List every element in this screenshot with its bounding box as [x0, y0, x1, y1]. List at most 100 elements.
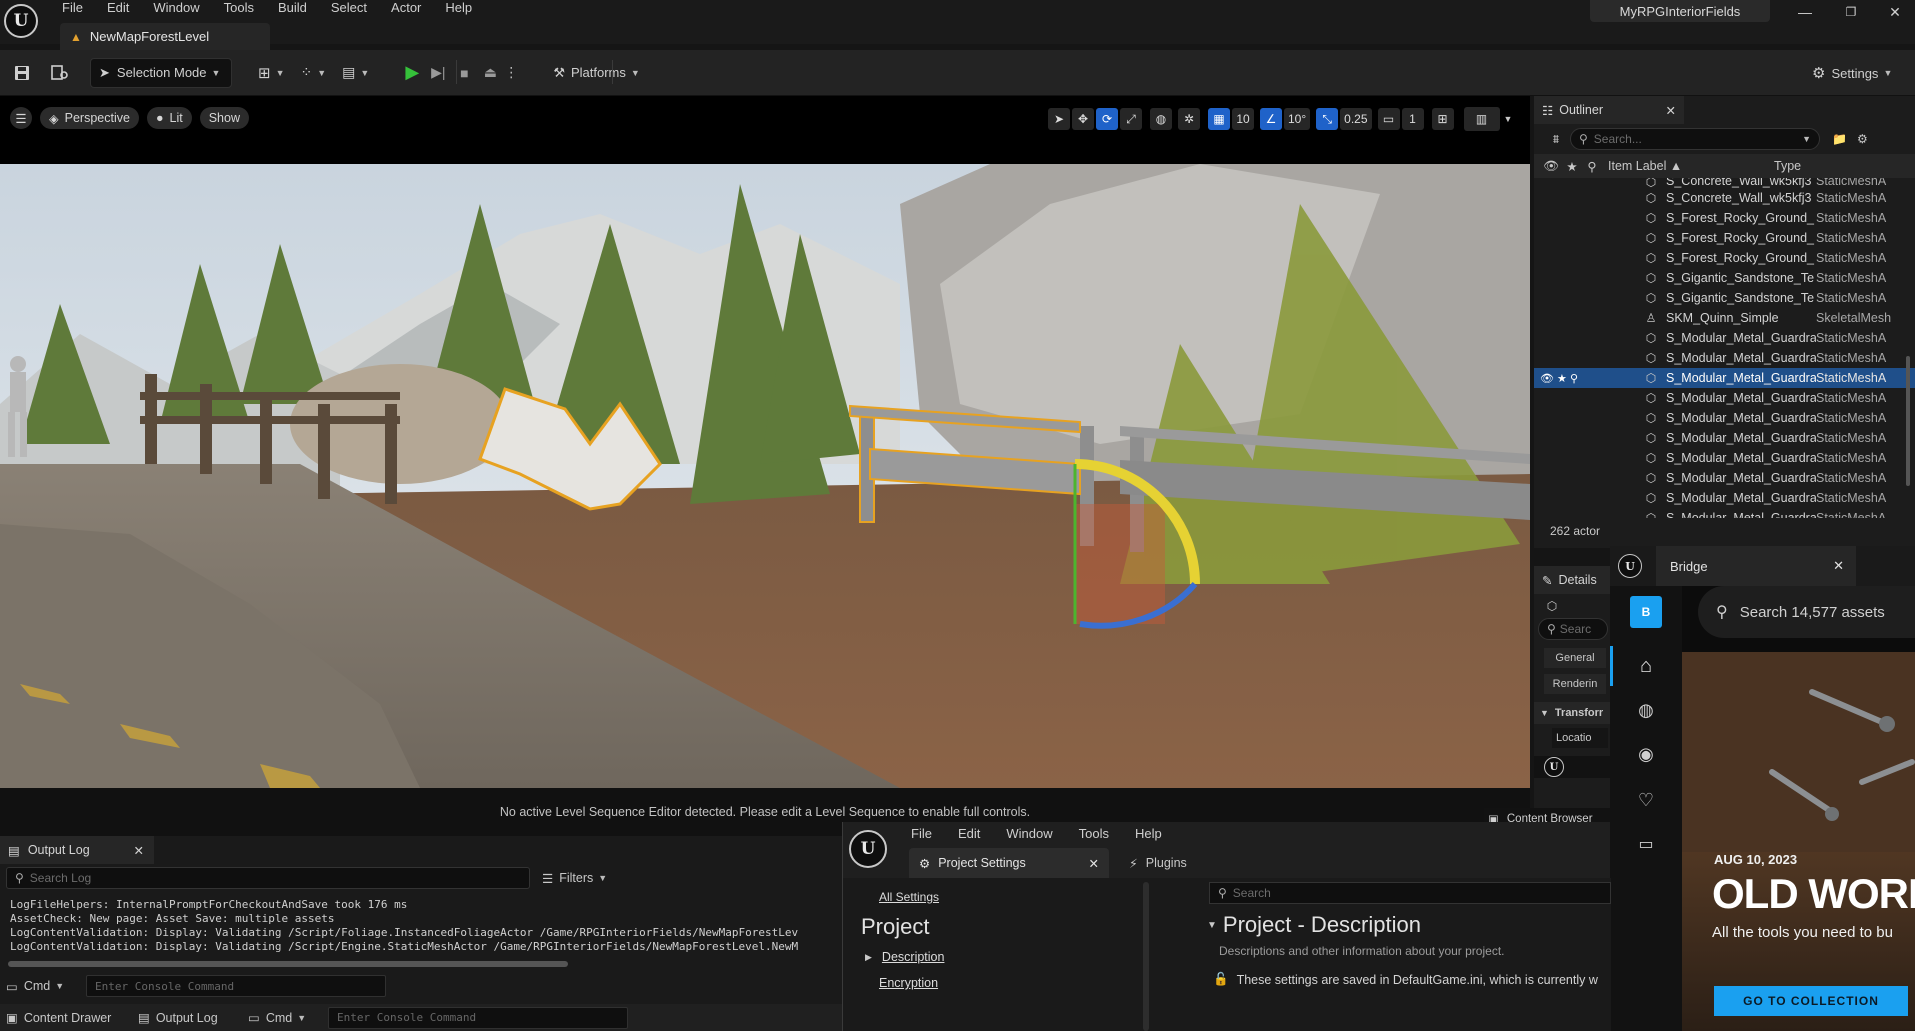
browse-level-icon[interactable] [50, 63, 70, 83]
close-icon[interactable]: ✕ [134, 843, 144, 858]
close-icon[interactable]: ✕ [1666, 103, 1676, 118]
add-folder-icon[interactable]: 📁 [1832, 132, 1847, 146]
settings-dropdown[interactable]: ⚙ Settings ▼ [1804, 58, 1900, 88]
nav-item-description[interactable]: ▶ Description [865, 950, 944, 964]
grid-snap-icon[interactable]: ▦ [1208, 108, 1230, 130]
grid-snap-value[interactable]: 10 [1232, 108, 1254, 130]
visibility-icon[interactable]: 👁 ★ ⚲ [1540, 372, 1578, 385]
rotation-snap-value[interactable]: 10° [1284, 108, 1311, 130]
output-log-button[interactable]: ▤ Output Log [138, 1010, 238, 1026]
select-tool-icon[interactable]: ➤ [1048, 108, 1070, 130]
ps-menu-edit[interactable]: Edit [958, 826, 980, 841]
viewport-menu-icon[interactable]: ☰ [10, 107, 32, 129]
transform-section[interactable]: ▼ Transforr [1534, 702, 1610, 724]
filters-dropdown[interactable]: ☰ Filters ▼ [542, 871, 607, 886]
lit-button[interactable]: ● Lit [146, 107, 192, 129]
add-actor-button[interactable]: ⊞ ▼ [250, 58, 293, 88]
outliner-row[interactable]: ⬡ S_Modular_Metal_Guardra StaticMeshA [1534, 428, 1915, 448]
menu-select[interactable]: Select [331, 0, 367, 15]
perspective-button[interactable]: ◈ Perspective [40, 107, 139, 129]
maximize-viewport-icon[interactable]: ⊞ [1431, 108, 1454, 130]
col-type[interactable]: Type [1774, 159, 1801, 173]
nav-scrollbar[interactable] [1143, 882, 1149, 1031]
home-icon[interactable]: ⌂ [1634, 654, 1658, 678]
project-settings-tab[interactable]: ⚙ Project Settings ✕ [909, 848, 1109, 878]
outliner-row[interactable]: ⬡ S_Concrete_Wall_wk5kfj3 StaticMeshA [1534, 188, 1915, 208]
layout-icon[interactable]: ▥ [1463, 107, 1500, 131]
heart-icon[interactable]: ♡ [1634, 788, 1658, 812]
save-icon[interactable] [12, 63, 32, 83]
content-drawer-button[interactable]: ▣ Content Drawer [6, 1010, 128, 1026]
outliner-row[interactable]: ⬡ S_Modular_Metal_Guardra StaticMeshA [1534, 448, 1915, 468]
outliner-row[interactable]: ⬡ S_Modular_Metal_Guardra StaticMeshA [1534, 468, 1915, 488]
outliner-row[interactable]: ⬡ S_Modular_Metal_Guardra StaticMeshA [1534, 388, 1915, 408]
outliner-row[interactable]: ⬡ S_Forest_Rocky_Ground_ StaticMeshA [1534, 228, 1915, 248]
console-input[interactable]: Enter Console Command [86, 975, 386, 997]
minimize-button[interactable]: — [1790, 2, 1820, 22]
ps-menu-tools[interactable]: Tools [1079, 826, 1109, 841]
output-log-tab[interactable]: ▤ Output Log ✕ [0, 836, 154, 864]
world-local-icon[interactable]: ◍ [1150, 108, 1172, 130]
gear-icon[interactable]: ⚙ [1857, 132, 1868, 146]
outliner-row[interactable]: ⬡ S_Forest_Rocky_Ground_ StaticMeshA [1534, 248, 1915, 268]
close-icon[interactable]: ✕ [1833, 558, 1844, 574]
general-filter-button[interactable]: General [1544, 648, 1606, 668]
outliner-row[interactable]: ⬡ S_Modular_Metal_Guardra StaticMeshA [1534, 348, 1915, 368]
bridge-search-input[interactable]: ⚲ Search 14,577 assets [1698, 586, 1915, 638]
user-icon[interactable]: ◉ [1634, 742, 1658, 766]
outliner-row[interactable]: ♙ SKM_Quinn_Simple SkeletalMesh [1534, 308, 1915, 328]
menu-edit[interactable]: Edit [107, 0, 129, 15]
outliner-row[interactable]: ⬡ S_Gigantic_Sandstone_Te StaticMeshA [1534, 288, 1915, 308]
scale-tool-icon[interactable]: ⤢ [1120, 108, 1142, 130]
close-icon[interactable]: ✕ [1089, 856, 1099, 871]
go-to-collection-button[interactable]: GO TO COLLECTION [1714, 986, 1908, 1016]
surface-snap-icon[interactable]: ✲ [1178, 108, 1200, 130]
outliner-tab[interactable]: ☷ Outliner ✕ [1534, 96, 1684, 124]
outliner-row[interactable]: ⬡ S_Concrete_Wall_wk5kfj3 StaticMeshA [1534, 178, 1915, 188]
unreal-logo-icon[interactable]: U [4, 4, 38, 38]
menu-help[interactable]: Help [445, 0, 472, 15]
status-cmd-dropdown[interactable]: ▭ Cmd ▼ [248, 1010, 320, 1026]
rendering-filter-button[interactable]: Renderin [1544, 674, 1606, 694]
ps-menu-file[interactable]: File [911, 826, 932, 841]
details-search-input[interactable]: ⚲ Searc [1538, 618, 1608, 640]
location-row[interactable]: Locatio [1552, 728, 1608, 748]
outliner-row[interactable]: ⬡ S_Modular_Metal_Guardra StaticMeshA [1534, 328, 1915, 348]
scale-snap-value[interactable]: 0.25 [1340, 108, 1372, 130]
ps-menu-window[interactable]: Window [1006, 826, 1052, 841]
menu-tools[interactable]: Tools [224, 0, 254, 15]
ps-menu-help[interactable]: Help [1135, 826, 1162, 841]
nav-item-encryption[interactable]: Encryption [879, 976, 938, 990]
selection-mode-dropdown[interactable]: ➤ Selection Mode ▼ [90, 57, 232, 88]
menu-file[interactable]: File [62, 0, 83, 15]
plugins-tab[interactable]: ⚡ Plugins [1129, 848, 1187, 878]
close-window-button[interactable]: ✕ [1880, 2, 1910, 22]
outliner-row[interactable]: ⬡ S_Modular_Metal_Guardra StaticMeshA [1534, 488, 1915, 508]
camera-speed-value[interactable]: 1 [1401, 108, 1424, 130]
more-options-icon[interactable]: ⋮ [503, 64, 519, 81]
log-scrollbar[interactable] [8, 961, 568, 967]
camera-speed-icon[interactable]: ▭ [1377, 108, 1400, 130]
bridge-tab[interactable]: Bridge ✕ [1656, 546, 1856, 586]
globe-icon[interactable]: ◍ [1634, 698, 1658, 722]
bridge-hero-banner[interactable]: AUG 10, 2023 OLD WORKS All the tools you… [1682, 652, 1915, 1031]
scale-snap-icon[interactable]: ⤡ [1316, 108, 1339, 130]
rotate-tool-icon[interactable]: ⟳ [1096, 108, 1118, 130]
level-document-tab[interactable]: ▲ NewMapForestLevel [60, 23, 270, 50]
status-console-input[interactable]: Enter Console Command [328, 1006, 628, 1029]
outliner-scrollbar[interactable] [1906, 356, 1910, 486]
details-tab[interactable]: ✎ Details [1534, 566, 1610, 594]
all-settings-link[interactable]: All Settings [879, 890, 939, 904]
bridge-logo-icon[interactable]: B [1630, 596, 1662, 628]
chevron-down-icon[interactable]: ▼ [1504, 114, 1513, 124]
outliner-search-input[interactable]: ⚲ Search... ▼ [1570, 128, 1820, 150]
rotation-snap-icon[interactable]: ∠ [1260, 108, 1282, 130]
cmd-dropdown[interactable]: ▭ Cmd ▼ [6, 979, 86, 994]
level-viewport[interactable] [0, 164, 1530, 788]
blueprints-button[interactable]: ⁘ ▼ [293, 58, 335, 88]
restore-button[interactable]: ❐ [1836, 2, 1866, 22]
platforms-dropdown[interactable]: ⚒ Platforms ▼ [545, 58, 647, 88]
cinematics-button[interactable]: ▤ ▼ [334, 58, 377, 88]
move-tool-icon[interactable]: ✥ [1072, 108, 1094, 130]
outliner-row[interactable]: 👁 ★ ⚲ ⬡ S_Modular_Metal_Guardra StaticMeshA [1534, 368, 1915, 388]
